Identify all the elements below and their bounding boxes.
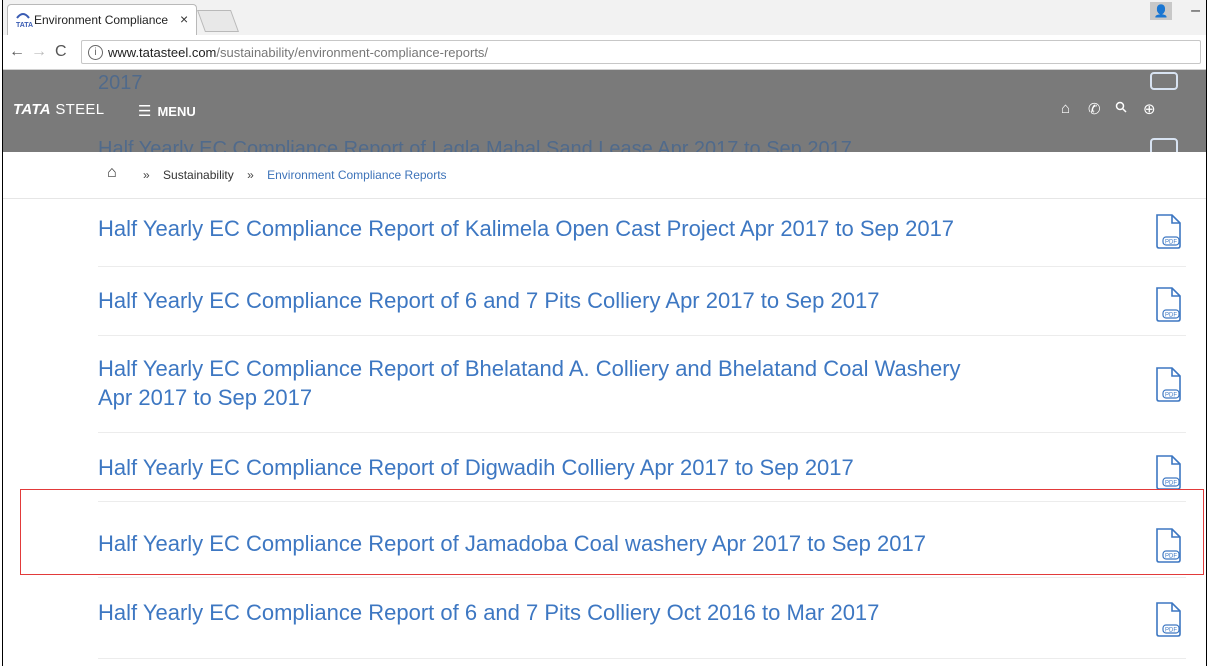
report-link[interactable]: Half Yearly EC Compliance Report of 6 an… <box>98 267 978 315</box>
report-link[interactable]: Half Yearly EC Compliance Report of Bhel… <box>98 336 978 412</box>
breadcrumb-item-current[interactable]: Environment Compliance Reports <box>267 168 446 182</box>
pdf-icon[interactable]: PDF <box>1154 526 1184 564</box>
address-bar: ← → C i www.tatasteel.com/sustainability… <box>3 35 1206 70</box>
scrolled-text-behind-header: Half Yearly EC Compliance Report of Lagl… <box>98 138 852 152</box>
pdf-document-icon: PDF <box>1156 367 1181 402</box>
svg-text:PDF: PDF <box>1165 481 1177 487</box>
list-item: Half Yearly EC Compliance Report of Bhel… <box>98 336 1186 433</box>
report-link[interactable]: Half Yearly EC Compliance Report of Jama… <box>98 502 978 558</box>
pdf-document-icon: PDF <box>1156 528 1181 563</box>
pdf-icon[interactable]: PDF <box>1154 600 1184 638</box>
site-header: 2017 Half Yearly EC Compliance Report of… <box>3 70 1206 152</box>
list-item: Half Yearly EC Compliance Report of Kali… <box>98 198 1186 267</box>
breadcrumb-home-icon[interactable]: ⌂ <box>107 164 117 182</box>
forward-arrow-icon[interactable]: → <box>31 43 47 61</box>
tab-strip: TATA Environment Compliance × 👤 – <box>3 0 1206 35</box>
user-profile-icon[interactable]: 👤 <box>1150 2 1172 20</box>
pdf-document-icon: PDF <box>1156 287 1181 322</box>
url-text: www.tatasteel.com/sustainability/environ… <box>108 45 488 60</box>
reload-icon[interactable]: C <box>55 43 67 61</box>
svg-text:PDF: PDF <box>1165 313 1177 319</box>
pdf-icon[interactable]: PDF <box>1154 285 1184 323</box>
url-input[interactable]: i www.tatasteel.com/sustainability/envir… <box>81 40 1201 64</box>
report-link[interactable]: Half Yearly EC Compliance Report of 6 an… <box>98 578 978 627</box>
scrolled-pdf-icon <box>1150 138 1178 152</box>
menu-button[interactable]: ☰ MENU <box>138 102 196 120</box>
info-icon[interactable]: i <box>88 45 103 60</box>
favicon-text: TATA <box>16 22 34 29</box>
hamburger-icon: ☰ <box>138 103 152 120</box>
pdf-document-icon: PDF <box>1156 214 1181 249</box>
browser-tab[interactable]: TATA Environment Compliance × <box>7 4 197 35</box>
tata-favicon-icon: TATA <box>16 12 34 29</box>
breadcrumb-trail: » Sustainability » Environment Complianc… <box>133 168 447 182</box>
search-icon[interactable] <box>1115 100 1127 117</box>
page-content: 2017 Half Yearly EC Compliance Report of… <box>3 70 1206 666</box>
breadcrumb: ⌂ » Sustainability » Environment Complia… <box>3 152 1206 199</box>
breadcrumb-separator: » <box>143 168 150 182</box>
pdf-icon[interactable]: PDF <box>1154 212 1184 250</box>
svg-text:PDF: PDF <box>1165 554 1177 560</box>
svg-text:PDF: PDF <box>1165 628 1177 634</box>
phone-icon[interactable]: ✆ <box>1088 100 1101 118</box>
list-item: Half Yearly EC Compliance Report of Digw… <box>98 433 1186 502</box>
pdf-document-icon: PDF <box>1156 455 1181 490</box>
list-item: Half Yearly EC Compliance Report of Jama… <box>98 502 1186 578</box>
report-link[interactable]: Half Yearly EC Compliance Report of Kali… <box>98 198 978 243</box>
menu-label: MENU <box>157 104 196 119</box>
pdf-icon[interactable]: PDF <box>1154 453 1184 491</box>
close-tab-icon[interactable]: × <box>180 11 188 27</box>
url-path: /sustainability/environment-compliance-r… <box>216 45 489 60</box>
report-list: Half Yearly EC Compliance Report of Kali… <box>3 198 1206 659</box>
browser-frame: TATA Environment Compliance × 👤 – ← → C … <box>2 0 1207 666</box>
pdf-icon[interactable]: PDF <box>1154 365 1184 403</box>
report-link[interactable]: Half Yearly EC Compliance Report of Digw… <box>98 433 978 482</box>
breadcrumb-separator: » <box>247 168 254 182</box>
scrolled-text-behind-header: 2017 <box>98 72 143 94</box>
pdf-document-icon: PDF <box>1156 602 1181 637</box>
home-icon[interactable]: ⌂ <box>1061 100 1070 117</box>
tab-title: Environment Compliance <box>34 13 169 27</box>
globe-icon[interactable]: ⊕ <box>1143 100 1156 118</box>
list-item: Half Yearly EC Compliance Report of 6 an… <box>98 578 1186 659</box>
brand-bold: TATA <box>13 101 51 118</box>
svg-text:PDF: PDF <box>1165 240 1177 246</box>
list-item: Half Yearly EC Compliance Report of 6 an… <box>98 267 1186 336</box>
tata-steel-logo[interactable]: TATA STEEL <box>13 101 104 118</box>
brand-rest: STEEL <box>50 101 105 118</box>
new-tab-button[interactable] <box>196 10 240 32</box>
minimize-icon[interactable]: – <box>1191 2 1200 20</box>
svg-text:PDF: PDF <box>1165 393 1177 399</box>
url-domain: www.tatasteel.com <box>108 45 217 60</box>
back-arrow-icon[interactable]: ← <box>9 43 25 61</box>
breadcrumb-item-sustainability[interactable]: Sustainability <box>163 168 234 182</box>
scrolled-pdf-icon <box>1150 72 1178 90</box>
